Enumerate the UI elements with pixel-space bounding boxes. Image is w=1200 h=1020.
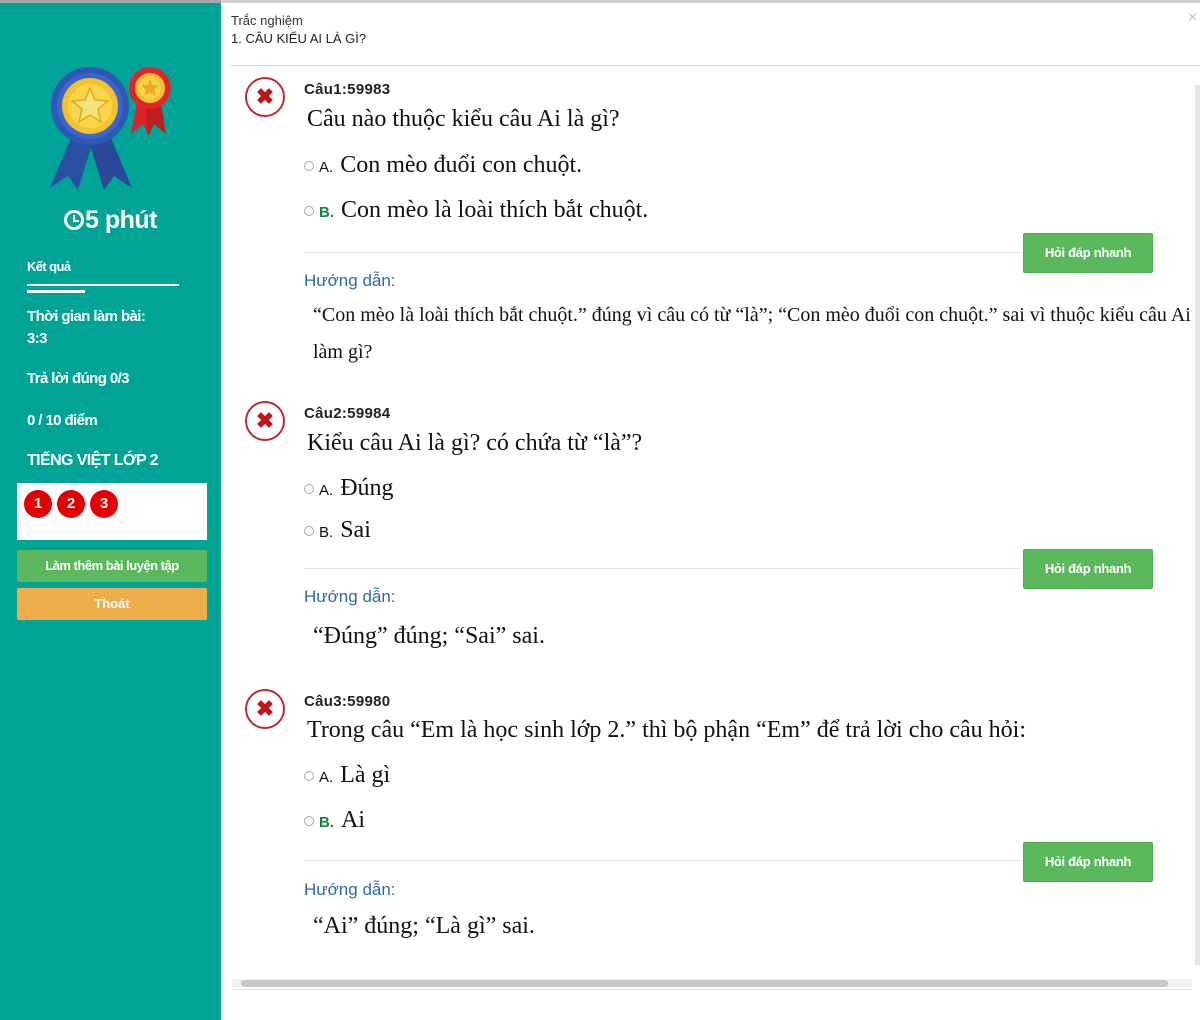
close-icon[interactable]: × [1188, 9, 1197, 27]
timer: 5 phút [0, 206, 221, 235]
divider [304, 568, 1020, 569]
option-text: Ai [341, 807, 365, 833]
time-value: 3:3 [27, 330, 47, 347]
quick-ask-button[interactable]: Hỏi đáp nhanh [1023, 549, 1153, 589]
guide-label: Hướng dẫn: [304, 880, 396, 899]
option-letter: A. [319, 159, 334, 176]
sidebar-top-border [0, 0, 221, 3]
radio-button[interactable] [304, 161, 314, 171]
horizontal-scrollbar-thumb[interactable] [241, 980, 1168, 987]
score: 0 / 10 điểm [27, 412, 98, 429]
content-bottom-border [232, 989, 1192, 990]
wrong-icon: ✖ [245, 77, 285, 117]
sidebar: 5 phút Kết quả Thời gian làm bài: 3:3 Tr… [0, 0, 221, 1020]
option-b[interactable]: B. Ai [304, 807, 365, 834]
guide-label: Hướng dẫn: [304, 587, 396, 606]
quick-ask-button[interactable]: Hỏi đáp nhanh [1023, 233, 1153, 273]
explanation-text: “Con mèo là loài thích bắt chuột.” đúng … [313, 304, 1191, 363]
wrong-icon: ✖ [245, 689, 285, 729]
guide-label: Hướng dẫn: [304, 271, 396, 290]
page-title: 1. CÂU KIỂU AI LÀ GÌ? [231, 31, 367, 46]
explanation-text: “Đúng” đúng; “Sai” sai. [313, 623, 545, 649]
option-text: Là gì [340, 762, 391, 788]
big-rosette-icon [50, 67, 132, 190]
divider [304, 860, 1020, 861]
question-code: Câu2:59984 [304, 405, 391, 422]
result-divider-accent [27, 290, 85, 293]
divider [304, 252, 1020, 253]
option-letter: A. [319, 482, 334, 499]
option-letter: B. [319, 524, 334, 541]
clock-icon [64, 210, 84, 230]
option-a[interactable]: A. Đúng [304, 475, 394, 502]
header-divider [231, 65, 1200, 66]
question-dot-1[interactable]: 1 [24, 490, 52, 518]
time-label: Thời gian làm bài: [27, 308, 146, 325]
vertical-scrollbar[interactable] [1195, 85, 1200, 965]
radio-button[interactable] [304, 206, 314, 216]
result-title: Kết quả [27, 259, 71, 274]
option-b[interactable]: B. Sai [304, 517, 371, 544]
question-text: Trong câu “Em là học sinh lớp 2.” thì bộ… [307, 717, 1026, 743]
question-text: Kiểu câu Ai là gì? có chứa từ “là”? [307, 430, 643, 456]
page-subtitle: Trắc nghiệm [231, 13, 303, 28]
window-top-border [221, 0, 1200, 3]
option-text: Đúng [340, 475, 394, 501]
option-letter: B. [319, 204, 334, 221]
option-letter: B. [319, 814, 334, 831]
question-code: Câu3:59980 [304, 693, 391, 710]
wrong-icon: ✖ [245, 401, 285, 441]
option-b[interactable]: B. Con mèo là loài thích bắt chuột. [304, 197, 648, 224]
award-medal-icon [50, 67, 171, 190]
radio-button[interactable] [304, 816, 314, 826]
small-rosette-icon [129, 67, 171, 136]
practice-more-button[interactable]: Làm thêm bài luyện tập [17, 550, 207, 582]
option-text: Con mèo đuổi con chuột. [340, 152, 583, 178]
option-letter: A. [319, 769, 334, 786]
option-text: Con mèo là loài thích bắt chuột. [341, 197, 649, 223]
option-text: Sai [340, 517, 371, 543]
subject-title: TIẾNG VIỆT LỚP 2 [27, 452, 159, 469]
question-text: Câu nào thuộc kiểu câu Ai là gì? [307, 106, 620, 132]
timer-text: 5 phút [85, 206, 158, 234]
radio-button[interactable] [304, 771, 314, 781]
question-code: Câu1:59983 [304, 81, 391, 98]
option-a[interactable]: A. Con mèo đuổi con chuột. [304, 152, 582, 179]
result-divider [27, 284, 179, 286]
radio-button[interactable] [304, 526, 314, 536]
correct-count: Trả lời đúng 0/3 [27, 370, 130, 387]
question-dot-2[interactable]: 2 [57, 490, 85, 518]
question-dot-3[interactable]: 3 [90, 490, 118, 518]
explanation-text: “Ai” đúng; “Là gì” sai. [313, 913, 535, 939]
question-navigator: 1 2 3 [17, 483, 207, 540]
quick-ask-button[interactable]: Hỏi đáp nhanh [1023, 842, 1153, 882]
radio-button[interactable] [304, 484, 314, 494]
exit-button[interactable]: Thoát [17, 588, 207, 620]
option-a[interactable]: A. Là gì [304, 762, 390, 789]
